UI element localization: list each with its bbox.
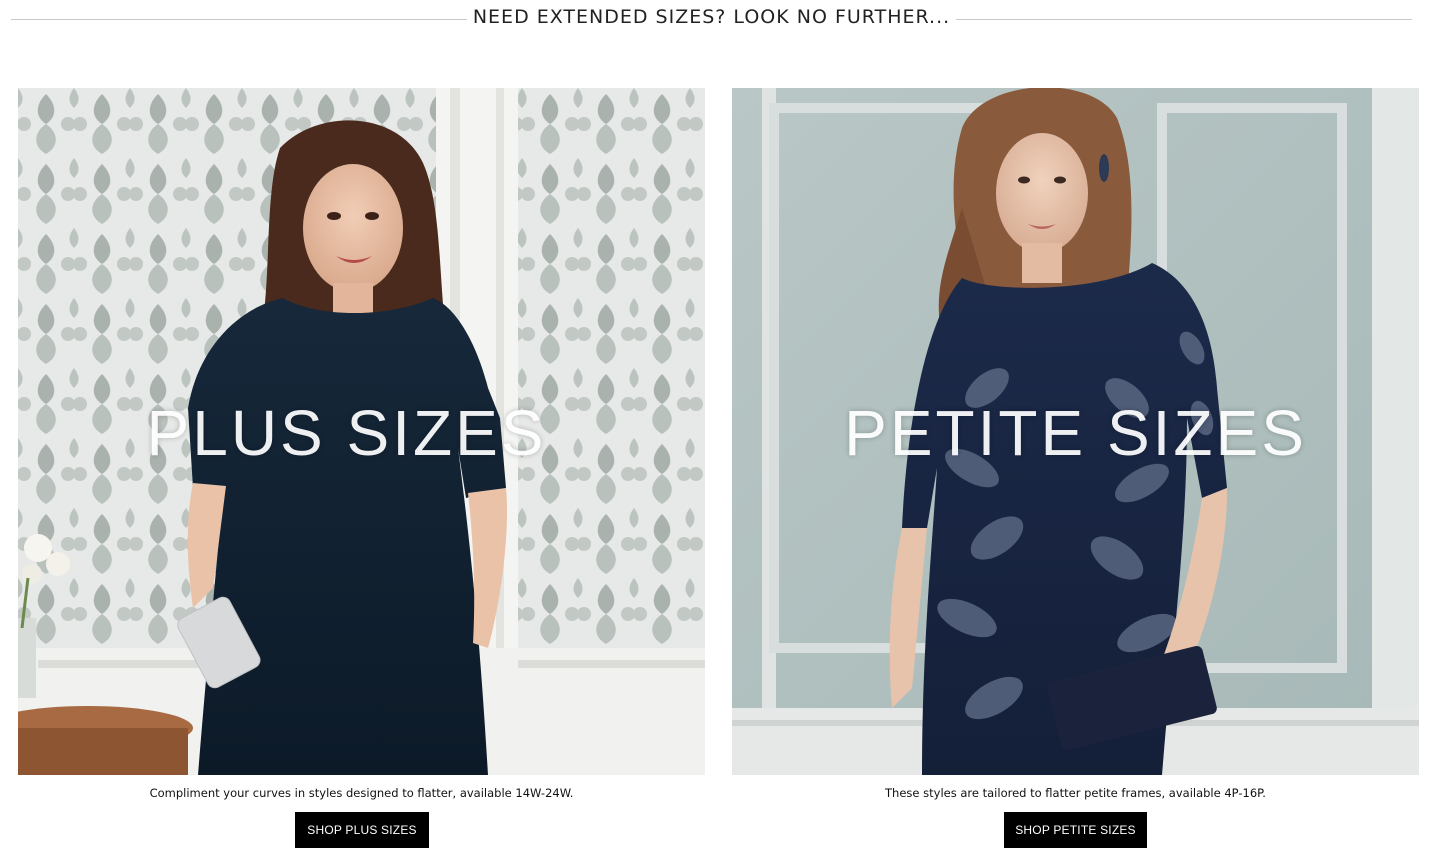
heading-divider-right xyxy=(956,19,1412,20)
petite-sizes-title: PETITE SIZES xyxy=(844,397,1307,469)
shop-petite-sizes-button[interactable]: SHOP PETITE SIZES xyxy=(1004,812,1147,848)
shop-plus-sizes-button[interactable]: SHOP PLUS SIZES xyxy=(295,812,429,848)
plus-sizes-title: PLUS SIZES xyxy=(146,397,547,469)
section-heading: NEED EXTENDED SIZES? LOOK NO FURTHER... xyxy=(472,6,951,28)
petite-sizes-card: PETITE SIZES These styles are tailored t… xyxy=(732,88,1419,848)
plus-sizes-image-link[interactable]: PLUS SIZES xyxy=(18,88,705,775)
heading-divider-left xyxy=(11,19,467,20)
section-heading-row: NEED EXTENDED SIZES? LOOK NO FURTHER... xyxy=(0,0,1443,40)
petite-sizes-image-link[interactable]: PETITE SIZES xyxy=(732,88,1419,775)
petite-sizes-description: These styles are tailored to flatter pet… xyxy=(885,786,1266,800)
plus-sizes-description: Compliment your curves in styles designe… xyxy=(149,786,574,800)
plus-sizes-card: PLUS SIZES Compliment your curves in sty… xyxy=(18,88,705,848)
